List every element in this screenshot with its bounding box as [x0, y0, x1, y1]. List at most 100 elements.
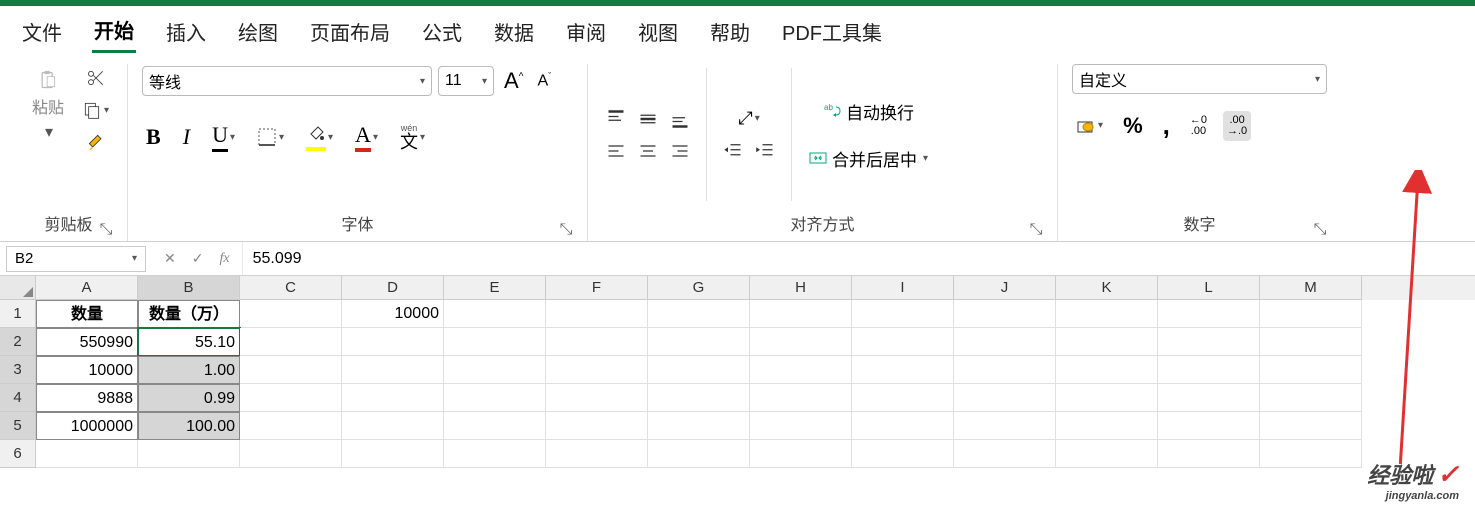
cell-B5[interactable]: 100.00: [138, 412, 240, 440]
cell-K3[interactable]: [1056, 356, 1158, 384]
menu-draw[interactable]: 绘图: [236, 11, 280, 52]
cell-G1[interactable]: [648, 300, 750, 328]
cell-H4[interactable]: [750, 384, 852, 412]
copy-button[interactable]: ▾: [78, 96, 113, 124]
cell-I1[interactable]: [852, 300, 954, 328]
cell-I6[interactable]: [852, 440, 954, 468]
menu-formula[interactable]: 公式: [420, 11, 464, 52]
menu-file[interactable]: 文件: [20, 11, 64, 52]
cell-F1[interactable]: [546, 300, 648, 328]
cancel-edit-button[interactable]: ✕: [160, 246, 180, 271]
cell-K2[interactable]: [1056, 328, 1158, 356]
cell-B2[interactable]: 55.10: [138, 328, 240, 356]
align-left-button[interactable]: [602, 137, 630, 165]
cell-E4[interactable]: [444, 384, 546, 412]
row-header-4[interactable]: 4: [0, 384, 36, 412]
cell-J3[interactable]: [954, 356, 1056, 384]
cell-E5[interactable]: [444, 412, 546, 440]
cell-H3[interactable]: [750, 356, 852, 384]
select-all-corner[interactable]: [0, 276, 36, 300]
cell-H5[interactable]: [750, 412, 852, 440]
font-color-button[interactable]: A▾: [351, 118, 382, 156]
underline-button[interactable]: U▾: [208, 118, 239, 156]
cell-M4[interactable]: [1260, 384, 1362, 412]
cell-G2[interactable]: [648, 328, 750, 356]
row-header-6[interactable]: 6: [0, 440, 36, 468]
col-header-F[interactable]: F: [546, 276, 648, 300]
menu-insert[interactable]: 插入: [164, 11, 208, 52]
italic-button[interactable]: I: [179, 120, 194, 154]
cut-button[interactable]: [78, 64, 113, 92]
align-right-button[interactable]: [666, 137, 694, 165]
cell-C1[interactable]: [240, 300, 342, 328]
menu-layout[interactable]: 页面布局: [308, 11, 392, 52]
cell-K5[interactable]: [1056, 412, 1158, 440]
cell-K1[interactable]: [1056, 300, 1158, 328]
decrease-font-button[interactable]: Aˇ: [533, 67, 555, 94]
cell-J6[interactable]: [954, 440, 1056, 468]
increase-decimal-button[interactable]: ←0 .00: [1186, 111, 1211, 141]
cell-A2[interactable]: 550990: [36, 328, 138, 356]
cell-H6[interactable]: [750, 440, 852, 468]
cell-M3[interactable]: [1260, 356, 1362, 384]
font-name-select[interactable]: 等线▾: [142, 66, 432, 96]
cell-L1[interactable]: [1158, 300, 1260, 328]
col-header-D[interactable]: D: [342, 276, 444, 300]
col-header-B[interactable]: B: [138, 276, 240, 300]
fill-color-button[interactable]: ▾: [302, 120, 337, 155]
cell-C5[interactable]: [240, 412, 342, 440]
comma-button[interactable]: ,: [1159, 106, 1174, 145]
percent-button[interactable]: %: [1119, 109, 1147, 143]
col-header-A[interactable]: A: [36, 276, 138, 300]
cell-L4[interactable]: [1158, 384, 1260, 412]
fx-button[interactable]: fx: [215, 247, 233, 271]
cell-L2[interactable]: [1158, 328, 1260, 356]
cell-G5[interactable]: [648, 412, 750, 440]
col-header-J[interactable]: J: [954, 276, 1056, 300]
row-header-5[interactable]: 5: [0, 412, 36, 440]
cell-D3[interactable]: [342, 356, 444, 384]
cell-D4[interactable]: [342, 384, 444, 412]
currency-button[interactable]: ▾: [1072, 112, 1107, 140]
cell-I3[interactable]: [852, 356, 954, 384]
cell-D5[interactable]: [342, 412, 444, 440]
align-center-button[interactable]: [634, 137, 662, 165]
menu-pdf[interactable]: PDF工具集: [780, 11, 884, 52]
cell-L6[interactable]: [1158, 440, 1260, 468]
number-format-select[interactable]: 自定义▾: [1072, 64, 1327, 94]
row-header-2[interactable]: 2: [0, 328, 36, 356]
col-header-I[interactable]: I: [852, 276, 954, 300]
col-header-C[interactable]: C: [240, 276, 342, 300]
cell-E6[interactable]: [444, 440, 546, 468]
increase-indent-button[interactable]: [751, 137, 779, 165]
col-header-M[interactable]: M: [1260, 276, 1362, 300]
cell-H1[interactable]: [750, 300, 852, 328]
decrease-indent-button[interactable]: [719, 137, 747, 165]
dialog-launcher-icon[interactable]: ⤡: [1029, 221, 1043, 235]
col-header-G[interactable]: G: [648, 276, 750, 300]
cell-C3[interactable]: [240, 356, 342, 384]
cell-A1[interactable]: 数量: [36, 300, 138, 328]
cell-M6[interactable]: [1260, 440, 1362, 468]
phonetic-button[interactable]: wén文▾: [396, 120, 429, 155]
col-header-E[interactable]: E: [444, 276, 546, 300]
row-header-3[interactable]: 3: [0, 356, 36, 384]
formula-input[interactable]: 55.099: [242, 242, 1475, 275]
cell-C4[interactable]: [240, 384, 342, 412]
cell-L5[interactable]: [1158, 412, 1260, 440]
cell-F5[interactable]: [546, 412, 648, 440]
cell-J4[interactable]: [954, 384, 1056, 412]
cell-J5[interactable]: [954, 412, 1056, 440]
col-header-K[interactable]: K: [1056, 276, 1158, 300]
cell-B1[interactable]: 数量（万）: [138, 300, 240, 328]
cell-B6[interactable]: [138, 440, 240, 468]
cell-J2[interactable]: [954, 328, 1056, 356]
cell-K6[interactable]: [1056, 440, 1158, 468]
cell-I2[interactable]: [852, 328, 954, 356]
cell-L3[interactable]: [1158, 356, 1260, 384]
cell-B3[interactable]: 1.00: [138, 356, 240, 384]
border-button[interactable]: ▾: [253, 123, 288, 151]
cell-H2[interactable]: [750, 328, 852, 356]
name-box[interactable]: B2▾: [6, 246, 146, 272]
font-size-select[interactable]: 11▾: [438, 66, 494, 96]
